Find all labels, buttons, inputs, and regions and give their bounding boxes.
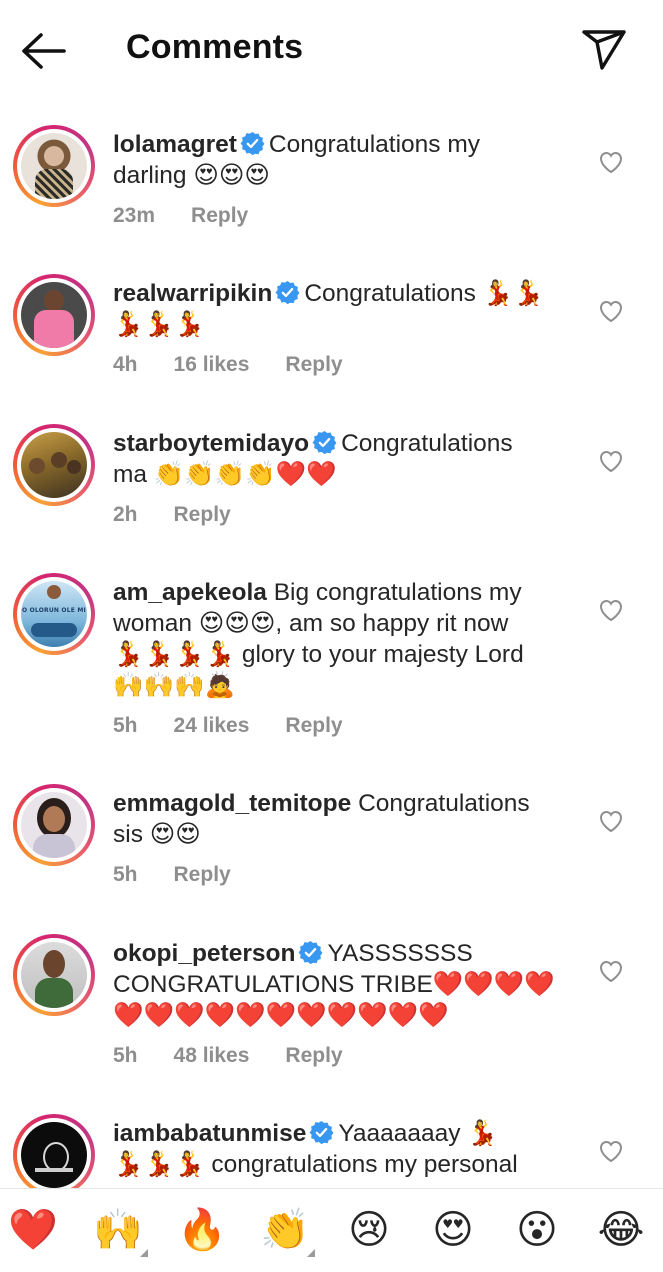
avatar[interactable] bbox=[13, 424, 95, 506]
comment-body-continued: woman 😍😍😍, am so happy rit now bbox=[113, 610, 509, 637]
comment-item: iambabatunmise Yaaaaaaay 💃 💃💃💃 congratula… bbox=[0, 1090, 663, 1188]
page-title: Comments bbox=[126, 28, 304, 66]
reaction-clap-button[interactable]: 👏 bbox=[257, 1207, 315, 1257]
verified-badge-icon bbox=[240, 131, 265, 156]
comment-body: Congratulations bbox=[358, 790, 530, 817]
quick-reaction-bar: ❤️ 🙌 🔥 👏 😢 😍 😮 😂 bbox=[0, 1188, 663, 1272]
reaction-heart-eyes-button[interactable]: 😍 bbox=[425, 1207, 481, 1253]
like-heart-icon[interactable] bbox=[598, 1139, 624, 1163]
skin-tone-indicator-icon bbox=[140, 1249, 148, 1257]
send-icon[interactable] bbox=[580, 26, 628, 72]
comment-list[interactable]: lolamagret Congratulations my darling 😍😍😍… bbox=[0, 100, 663, 1188]
comment-likes[interactable]: 24 likes bbox=[174, 714, 250, 737]
like-heart-icon[interactable] bbox=[598, 299, 624, 323]
like-heart-icon[interactable] bbox=[598, 449, 624, 473]
comment-time: 5h bbox=[113, 714, 138, 737]
comment-text: realwarripikin Congratulations 💃💃 💃💃💃 bbox=[113, 278, 563, 340]
avatar[interactable] bbox=[13, 934, 95, 1016]
verified-badge-icon bbox=[309, 1120, 334, 1145]
comment-time: 5h bbox=[113, 1044, 138, 1067]
avatar[interactable]: O OLORUN OLE MI bbox=[13, 573, 95, 655]
comment-body: Congratulations my bbox=[268, 131, 480, 158]
comment-meta: 2h Reply bbox=[113, 503, 267, 527]
comment-body-continued: ma 👏👏👏👏❤️❤️ bbox=[113, 461, 337, 488]
avatar[interactable] bbox=[13, 125, 95, 207]
like-heart-icon[interactable] bbox=[598, 598, 624, 622]
back-arrow-icon[interactable] bbox=[18, 30, 68, 72]
comment-body-continued: sis 😍😍 bbox=[113, 821, 201, 848]
like-heart-icon[interactable] bbox=[598, 959, 624, 983]
comment-text: lolamagret Congratulations my darling 😍😍😍 bbox=[113, 129, 563, 191]
comment-text: starboytemidayo Congratulations ma 👏👏👏👏❤️… bbox=[113, 428, 563, 490]
reaction-raised-hands-button[interactable]: 🙌 bbox=[90, 1207, 148, 1257]
reaction-fire-button[interactable]: 🔥 bbox=[174, 1207, 230, 1253]
avatar[interactable] bbox=[13, 784, 95, 866]
comment-body: Congratulations bbox=[341, 430, 513, 457]
comment-body: Big congratulations my bbox=[273, 579, 522, 606]
comment-time: 5h bbox=[113, 863, 138, 886]
reaction-clap-glyph: 👏 bbox=[260, 1207, 310, 1253]
comment-username[interactable]: starboytemidayo bbox=[113, 430, 309, 457]
reaction-surprised-button[interactable]: 😮 bbox=[509, 1207, 565, 1253]
comment-body-continued: darling 😍😍😍 bbox=[113, 162, 270, 189]
comment-meta: 5h Reply bbox=[113, 863, 267, 887]
comment-time: 23m bbox=[113, 204, 156, 227]
reply-button[interactable]: Reply bbox=[285, 1044, 342, 1067]
comment-username[interactable]: realwarripikin bbox=[113, 280, 272, 307]
comment-text: emmagold_temitope Congratulations sis 😍😍 bbox=[113, 788, 563, 850]
verified-badge-icon bbox=[312, 430, 337, 455]
comment-likes[interactable]: 16 likes bbox=[174, 353, 250, 376]
comment-item: realwarripikin Congratulations 💃💃 💃💃💃 4h 1… bbox=[0, 250, 663, 400]
comment-time: 2h bbox=[113, 503, 138, 526]
comment-text: iambabatunmise Yaaaaaaay 💃 💃💃💃 congratula… bbox=[113, 1118, 563, 1180]
reaction-laughing-button[interactable]: 😂 bbox=[593, 1207, 649, 1253]
comment-item: starboytemidayo Congratulations ma 👏👏👏👏❤️… bbox=[0, 400, 663, 548]
reply-button[interactable]: Reply bbox=[285, 353, 342, 376]
reply-button[interactable]: Reply bbox=[174, 503, 231, 526]
comment-meta: 4h 16 likes Reply bbox=[113, 353, 379, 377]
comment-meta: 23m Reply bbox=[113, 204, 284, 228]
comment-item: okopi_peterson YASSSSSSS CONGRATULATIONS … bbox=[0, 910, 663, 1090]
comment-username[interactable]: okopi_peterson bbox=[113, 940, 295, 967]
comment-body-continued: 💃💃💃 bbox=[113, 311, 205, 338]
comment-likes[interactable]: 48 likes bbox=[174, 1044, 250, 1067]
reply-button[interactable]: Reply bbox=[174, 863, 231, 886]
comment-body: Congratulations 💃💃 bbox=[304, 280, 544, 307]
comment-body-continued: ❤️❤️❤️❤️❤️❤️❤️❤️❤️❤️❤️ bbox=[113, 1002, 449, 1029]
like-heart-icon[interactable] bbox=[598, 150, 624, 174]
comment-username[interactable]: lolamagret bbox=[113, 131, 237, 158]
skin-tone-indicator-icon bbox=[307, 1249, 315, 1257]
comment-text: am_apekeola Big congratulations my woman… bbox=[113, 577, 563, 701]
comment-text: okopi_peterson YASSSSSSS CONGRATULATIONS … bbox=[113, 938, 563, 1031]
avatar-caption: O OLORUN OLE MI bbox=[22, 607, 86, 614]
comment-meta: 5h 48 likes Reply bbox=[113, 1044, 379, 1068]
comment-meta: 5h 24 likes Reply bbox=[113, 714, 379, 738]
comment-item: emmagold_temitope Congratulations sis 😍😍… bbox=[0, 760, 663, 910]
comment-body-continued: CONGRATULATIONS TRIBE❤️❤️❤️❤️ bbox=[113, 971, 555, 998]
reply-button[interactable]: Reply bbox=[191, 204, 248, 227]
reaction-crying-button[interactable]: 😢 bbox=[341, 1207, 397, 1253]
like-heart-icon[interactable] bbox=[598, 809, 624, 833]
verified-badge-icon bbox=[275, 280, 300, 305]
comment-item: lolamagret Congratulations my darling 😍😍😍… bbox=[0, 100, 663, 250]
comment-item: O OLORUN OLE MI am_apekeola Big congratu… bbox=[0, 548, 663, 760]
comment-username[interactable]: am_apekeola bbox=[113, 579, 267, 606]
reply-button[interactable]: Reply bbox=[285, 714, 342, 737]
comment-body-continued: 💃💃💃💃 glory to your majesty Lord bbox=[113, 641, 524, 668]
reaction-raised-hands-glyph: 🙌 bbox=[93, 1207, 143, 1253]
comment-body-continued: 🙌🙌🙌🙇 bbox=[113, 672, 236, 699]
reaction-heart-button[interactable]: ❤️ bbox=[5, 1207, 61, 1253]
verified-badge-icon bbox=[298, 940, 323, 965]
header: Comments bbox=[0, 0, 663, 100]
comment-body: YASSSSSSS bbox=[327, 940, 473, 967]
comment-username[interactable]: emmagold_temitope bbox=[113, 790, 351, 817]
avatar[interactable] bbox=[13, 274, 95, 356]
comment-time: 4h bbox=[113, 353, 138, 376]
comment-body-continued: 💃💃💃 congratulations my personal bbox=[113, 1151, 518, 1178]
avatar[interactable] bbox=[13, 1114, 95, 1188]
comment-body: Yaaaaaaay 💃 bbox=[338, 1120, 498, 1147]
comment-username[interactable]: iambabatunmise bbox=[113, 1120, 306, 1147]
